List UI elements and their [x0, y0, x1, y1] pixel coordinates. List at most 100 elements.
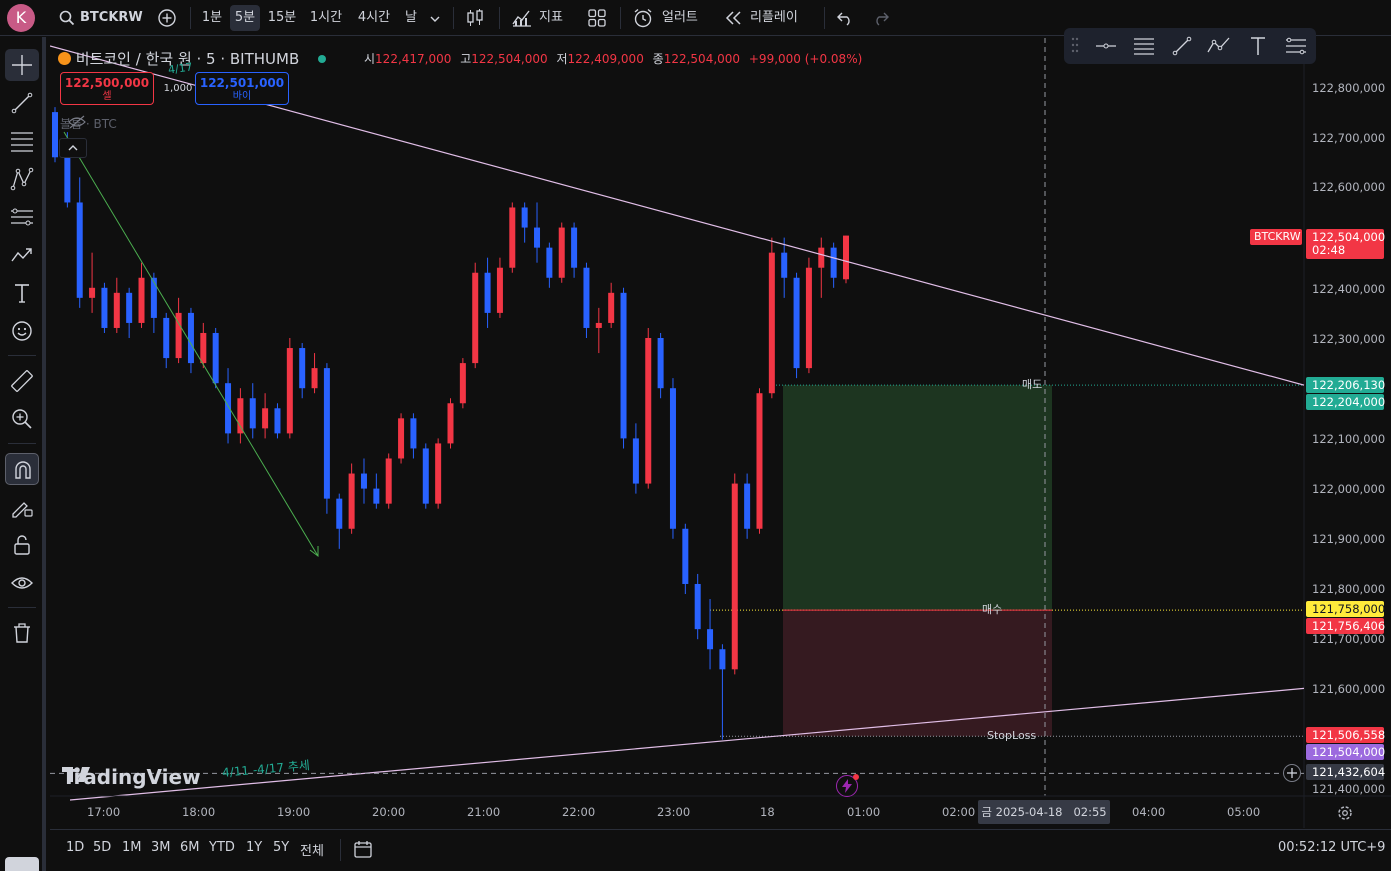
price-tick: 121,800,000	[1312, 582, 1386, 596]
trendline-tool[interactable]	[5, 87, 39, 119]
lock-drawings-tool[interactable]	[5, 529, 39, 561]
candle-body	[843, 235, 849, 280]
remove-drawings-tool[interactable]	[5, 617, 39, 649]
price-tick: 121,700,000	[1312, 632, 1386, 646]
candle-body	[274, 408, 281, 434]
chart-type-button[interactable]	[461, 5, 489, 31]
drag-handle-icon[interactable]	[1070, 34, 1080, 56]
user-avatar[interactable]: K	[7, 4, 35, 32]
range-3m[interactable]: 3M	[151, 840, 171, 855]
replay-button[interactable]: 리플레이	[722, 5, 814, 31]
forecast-tool[interactable]	[5, 201, 39, 233]
trendline-upper-tag: 122,206,130	[1306, 377, 1385, 393]
text-tool-icon[interactable]	[1246, 34, 1270, 58]
candle-body	[299, 348, 306, 389]
candle-body	[534, 227, 541, 248]
range-5d[interactable]: 5D	[93, 840, 111, 855]
indicators-button[interactable]: 지표	[509, 5, 573, 31]
fib-tool[interactable]	[5, 125, 39, 157]
range-5y[interactable]: 5Y	[273, 840, 289, 855]
collapse-legend-button[interactable]	[59, 138, 87, 158]
candle-body	[323, 368, 330, 499]
stay-in-drawing-tool[interactable]	[5, 491, 39, 523]
time-tick: 05:00	[1227, 805, 1261, 819]
range-ytd[interactable]: YTD	[209, 840, 235, 855]
candle-body	[768, 252, 775, 394]
range-6m[interactable]: 6M	[180, 840, 200, 855]
alert-button[interactable]: 얼러트	[630, 5, 710, 31]
high-label: 고	[460, 52, 472, 66]
range-all[interactable]: 전체	[300, 840, 324, 859]
interval-1h[interactable]: 1시간	[304, 5, 348, 31]
crosshair-price-tag: 121,432,604	[1306, 764, 1385, 780]
eye-off-icon[interactable]	[68, 115, 86, 129]
candle-body	[336, 498, 343, 529]
text-icon	[15, 284, 29, 303]
redo-button[interactable]	[868, 5, 894, 31]
sell-price: 122,500,000	[64, 76, 150, 90]
candle-body	[262, 408, 269, 429]
interval-1m[interactable]: 1분	[198, 5, 226, 31]
polyline-icon[interactable]	[1206, 34, 1232, 58]
symbol-label: BTCKRW	[80, 10, 143, 25]
range-1m[interactable]: 1M	[122, 840, 142, 855]
hide-drawings-tool[interactable]	[5, 567, 39, 599]
gear-icon	[1338, 806, 1352, 820]
price-chart-canvas[interactable]	[50, 38, 1391, 828]
entry-alt-price-tag: 121,756,406	[1306, 618, 1385, 634]
brush-tool[interactable]	[5, 239, 39, 271]
compare-symbol-button[interactable]	[155, 5, 179, 31]
candle-body	[781, 252, 788, 278]
zoom-tool[interactable]	[5, 403, 39, 435]
interval-dropdown[interactable]	[424, 5, 446, 31]
sell-button[interactable]: 122,500,000 셀	[60, 72, 154, 105]
symbol-price-tag: BTCKRW	[1250, 229, 1302, 245]
interval-15m[interactable]: 15분	[264, 5, 300, 31]
range-1y[interactable]: 1Y	[246, 840, 262, 855]
lower-trend-line	[69, 687, 1305, 801]
target-price-tag: 122,204,000	[1306, 394, 1385, 410]
emoji-tool[interactable]	[5, 315, 39, 347]
order-quantity[interactable]: 1,000	[158, 83, 198, 94]
candle-body	[385, 458, 392, 504]
undo-button[interactable]	[832, 5, 858, 31]
redo-icon	[876, 12, 889, 26]
time-tick: 18:00	[182, 805, 216, 819]
candles-icon	[467, 9, 483, 26]
line-tool-icon[interactable]	[1170, 34, 1194, 58]
layouts-button[interactable]	[584, 5, 610, 31]
chart-pane[interactable]: 비트코인 / 한국 원 · 5 · BITHUMB 시122,417,000 고…	[50, 28, 1391, 828]
interval-5m[interactable]: 5분	[230, 5, 260, 31]
price-tick: 122,000,000	[1312, 482, 1386, 496]
interval-4h[interactable]: 4시간	[352, 5, 396, 31]
candle-body	[472, 272, 479, 364]
buy-button[interactable]: 122,501,000 바이	[195, 72, 289, 105]
zoom-in-icon	[12, 409, 32, 429]
utc-clock[interactable]: 00:52:12 UTC+9	[1278, 840, 1385, 855]
buy-price: 122,501,000	[199, 76, 285, 90]
candle-body	[694, 583, 701, 630]
horizontal-ray-icon[interactable]	[1094, 34, 1118, 58]
rewind-icon	[725, 11, 741, 25]
interval-1d[interactable]: 날	[400, 5, 422, 31]
candle-body	[138, 277, 145, 323]
candle-body	[818, 247, 825, 268]
symbol-search-button[interactable]: BTCKRW	[56, 5, 156, 31]
object-tree-button[interactable]	[5, 857, 39, 871]
time-tick: 23:00	[657, 805, 691, 819]
drawing-style-toolbar	[1064, 28, 1316, 64]
add-alert-plus-button[interactable]	[1283, 764, 1301, 782]
candle-body	[373, 488, 380, 504]
events-lightning-button[interactable]	[836, 774, 859, 797]
pattern-tool[interactable]	[5, 163, 39, 195]
range-1d[interactable]: 1D	[66, 840, 84, 855]
candle-body	[558, 227, 565, 278]
projection-lines-icon[interactable]	[1284, 34, 1308, 58]
go-to-date-button[interactable]	[352, 838, 374, 864]
measure-tool[interactable]	[5, 365, 39, 397]
text-tool[interactable]	[5, 277, 39, 309]
crosshair-tool[interactable]	[5, 49, 39, 81]
magnet-tool[interactable]	[5, 453, 39, 485]
separator	[190, 7, 191, 29]
fib-lines-icon[interactable]	[1132, 34, 1156, 58]
